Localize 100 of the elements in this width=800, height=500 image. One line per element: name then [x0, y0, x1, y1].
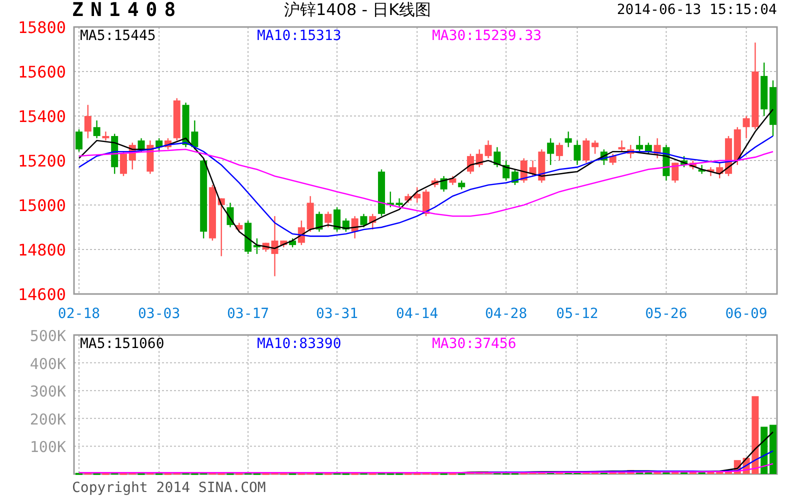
candlestick	[138, 138, 145, 152]
volume-bar	[182, 472, 190, 475]
axis-tick-label: 15600	[18, 62, 66, 82]
volume-bar	[618, 471, 626, 474]
copyright-text: Copyright 2014 SINA.COM	[72, 480, 266, 496]
volume-bar	[396, 472, 403, 475]
candlestick	[494, 147, 501, 168]
candlestick	[574, 140, 581, 165]
axis-tick-label: 05-12	[556, 306, 598, 322]
candlestick	[431, 178, 438, 188]
volume-bar	[76, 472, 82, 475]
volume-bar	[369, 472, 376, 475]
candlestick	[218, 198, 225, 256]
candlestick	[191, 120, 198, 150]
candlestick	[476, 149, 483, 168]
volume-bar	[494, 472, 501, 474]
volume-bar	[218, 472, 225, 475]
axis-tick-label: 14800	[18, 240, 66, 260]
volume-bar	[226, 472, 234, 475]
axis-tick-label: 04-14	[396, 306, 438, 322]
volume-bar	[654, 472, 661, 474]
candlestick	[324, 212, 332, 228]
volume-bar	[564, 472, 572, 474]
candlestick	[414, 187, 421, 203]
axis-tick-label: 05-26	[645, 306, 688, 322]
candlestick	[742, 116, 750, 138]
axis-tick-label: 02-18	[58, 306, 100, 322]
candlestick	[707, 167, 714, 176]
candlestick	[396, 198, 403, 208]
volume-bar	[574, 472, 581, 474]
candlestick	[627, 144, 634, 158]
candlestick	[564, 132, 572, 148]
volume-bar	[316, 472, 323, 475]
volume-bar	[102, 472, 110, 475]
volume-bar	[698, 472, 706, 474]
axis-tick-label: 300K	[30, 382, 66, 401]
volume-bar	[138, 472, 145, 475]
volume-bar	[404, 472, 412, 475]
legend-label: MA5:15445	[80, 28, 156, 44]
candlestick	[618, 140, 626, 152]
legend-label: MA10:83390	[257, 336, 342, 352]
candlestick	[654, 138, 661, 158]
candlestick	[128, 142, 136, 170]
volume-bar	[173, 472, 180, 475]
volume-bar	[449, 472, 456, 475]
volume-bar	[414, 472, 421, 475]
volume-bar	[84, 472, 92, 475]
volume-bar	[262, 472, 270, 475]
axis-tick-label: 15800	[18, 20, 66, 37]
axis-tick-label: 500K	[30, 327, 66, 345]
candlestick	[582, 138, 590, 163]
candlestick	[226, 202, 234, 228]
volume-bar	[280, 472, 288, 475]
volume-bar	[538, 472, 546, 474]
volume-bar	[271, 472, 278, 475]
legend-label: MA30:37456	[432, 336, 516, 352]
candlestick	[440, 176, 448, 192]
axis-tick-label: 100K	[30, 438, 66, 456]
candlestick	[351, 216, 358, 238]
volume-bar	[360, 472, 368, 475]
candlestick	[760, 62, 768, 116]
candlestick	[529, 160, 536, 176]
volume-bar	[582, 472, 590, 474]
timestamp: 2014-06-13 15:15:04	[616, 2, 777, 18]
volume-bar	[662, 471, 670, 474]
volume-bar	[236, 472, 243, 475]
candlestick	[316, 212, 323, 232]
axis-tick-label: 15000	[18, 196, 66, 215]
candlestick	[271, 216, 278, 276]
candlestick	[306, 196, 314, 232]
candlestick	[422, 189, 430, 216]
volume-bar	[440, 472, 448, 475]
candlestick	[146, 140, 154, 174]
legend-label: MA10:15313	[257, 28, 342, 44]
axis-tick-label: 03-17	[226, 306, 270, 322]
candlestick	[770, 80, 776, 136]
candlestick	[609, 154, 616, 165]
volume-bar	[128, 472, 136, 475]
candlestick	[458, 180, 466, 190]
candlestick	[698, 164, 706, 174]
volume-bar	[707, 472, 714, 474]
contract-code: ZN1408	[72, 0, 184, 21]
candlestick	[716, 162, 724, 178]
volume-bar	[520, 472, 528, 474]
volume-bar	[324, 472, 332, 475]
candlestick	[76, 129, 82, 152]
candlestick	[360, 214, 368, 228]
candlestick	[449, 176, 456, 185]
volume-bar	[306, 472, 314, 475]
volume-bar	[529, 472, 536, 474]
candlestick	[672, 162, 679, 183]
volume-bar	[422, 472, 430, 475]
volume-bar	[476, 472, 483, 474]
candlestick	[236, 222, 243, 232]
candlestick	[484, 140, 492, 158]
axis-tick-label: 04-28	[485, 306, 528, 322]
candlestick	[102, 132, 110, 140]
candlestick	[662, 144, 670, 181]
candlestick	[369, 214, 376, 230]
volume-bar	[146, 472, 154, 475]
